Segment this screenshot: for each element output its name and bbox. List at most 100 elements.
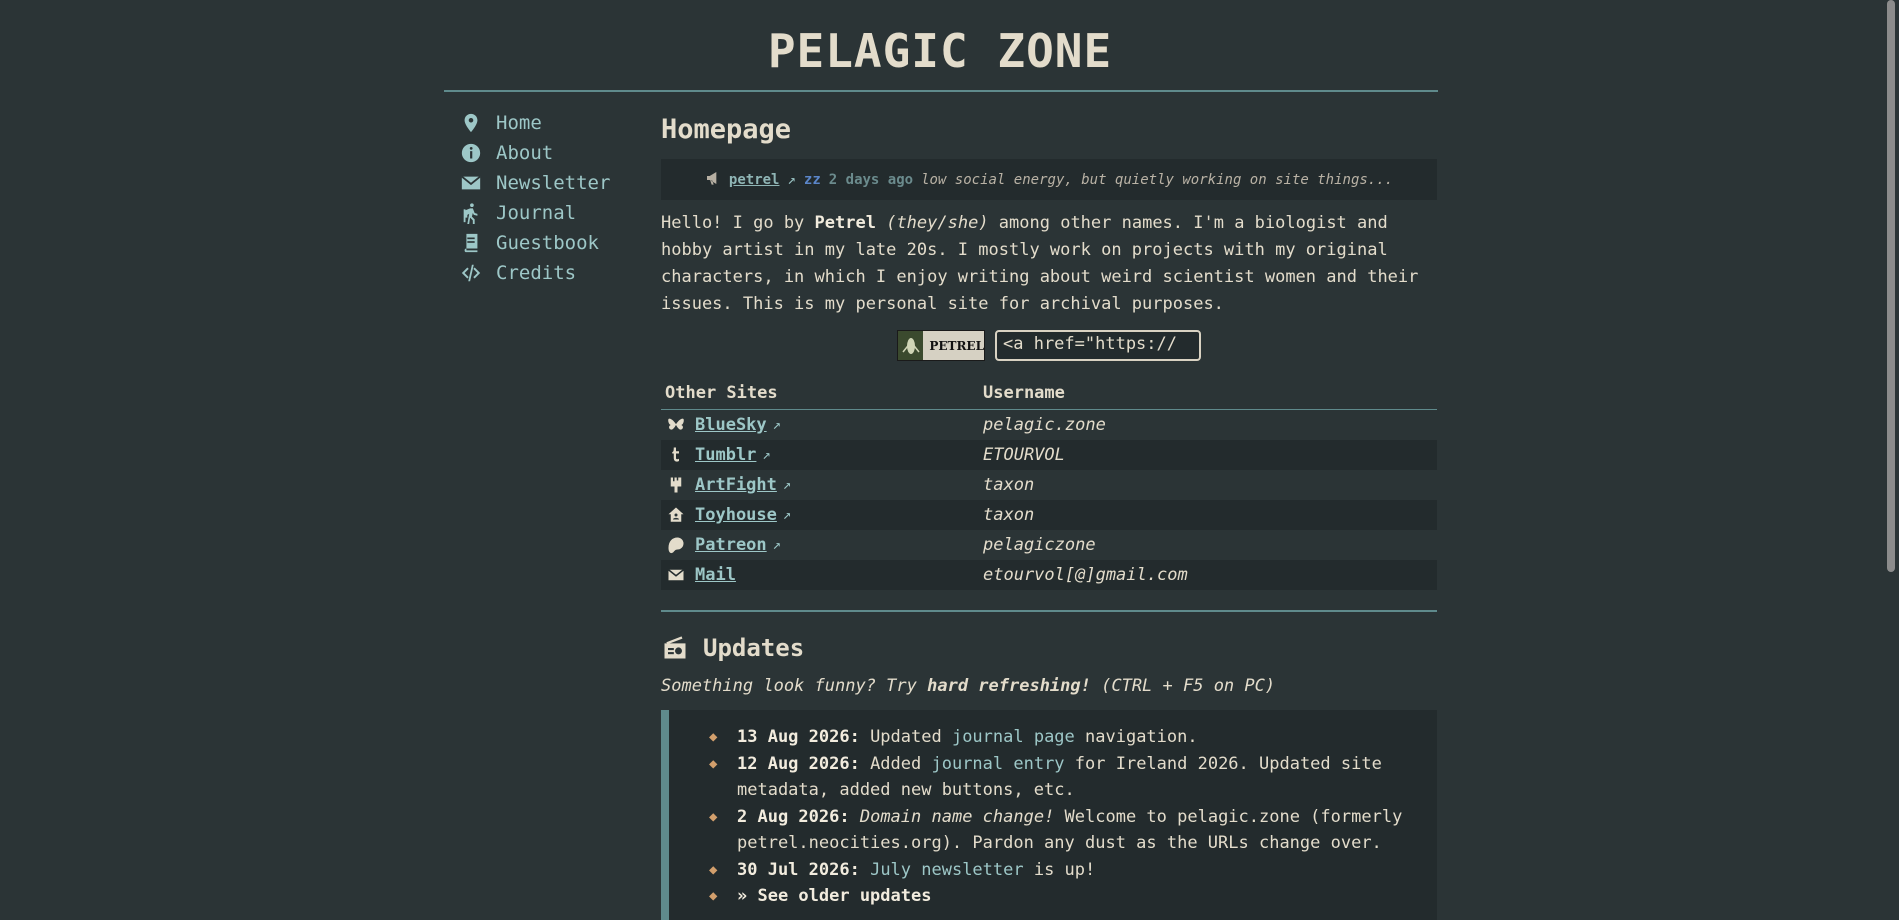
update-link[interactable]: journal page (952, 727, 1075, 747)
map-pin-icon (458, 110, 484, 136)
main-content: Homepage petrel ↗ zz 2 days ago low soci… (661, 108, 1437, 920)
page-title: Homepage (661, 114, 792, 145)
update-text (850, 807, 860, 827)
username-cell: etourvol[@]gmail.com (979, 560, 1437, 590)
username-cell: taxon (983, 475, 1035, 495)
list-item: ◆ 12 Aug 2026: Added journal entry for I… (709, 751, 1417, 804)
username-cell: pelagic.zone (983, 415, 1106, 435)
update-date: 13 Aug 2026: (737, 727, 860, 747)
button-code-textarea[interactable]: <a href="https:// (995, 330, 1201, 361)
table-header-sites: Other Sites (661, 377, 979, 410)
update-link[interactable]: journal entry (931, 754, 1064, 774)
envelope-icon (458, 170, 484, 196)
update-date: 30 Jul 2026: (737, 859, 860, 880)
nav-item-credits[interactable]: Credits (458, 258, 638, 288)
book-icon (458, 230, 484, 256)
list-item: ◆ » See older updates (709, 883, 1417, 910)
table-row: Tumblr ↗ ETOURVOL (661, 440, 1437, 470)
table-header-username: Username (979, 377, 1437, 410)
sidebar-nav: Home About Newsletter Journal Guestbook … (458, 108, 638, 288)
status-time: 2 days ago (828, 171, 914, 188)
external-link-icon: ↗ (782, 507, 792, 523)
site-link-mail[interactable]: Mail (695, 565, 736, 585)
envelope-icon (665, 564, 687, 586)
update-link[interactable]: July newsletter (870, 860, 1024, 880)
intro-text: Hello! I go by Petrel (they/she) among o… (661, 210, 1437, 318)
nav-item-newsletter[interactable]: Newsletter (458, 168, 638, 198)
update-emphasis: Domain name change! (859, 806, 1055, 827)
sleep-icon: zz (803, 171, 821, 188)
nav-label-newsletter: Newsletter (496, 172, 611, 194)
nav-item-guestbook[interactable]: Guestbook (458, 228, 638, 258)
table-row: BlueSky ↗ pelagic.zone (661, 410, 1437, 441)
megaphone-icon (705, 170, 721, 190)
external-link-icon: ↗ (772, 537, 782, 553)
nav-item-about[interactable]: About (458, 138, 638, 168)
diamond-bullet-icon: ◆ (709, 755, 718, 772)
diamond-bullet-icon: ◆ (709, 729, 718, 745)
username-cell: ETOURVOL (979, 440, 1437, 470)
title-divider (444, 90, 1438, 92)
site-link-patreon[interactable]: Patreon (695, 535, 767, 555)
scrollbar-thumb[interactable] (1887, 0, 1895, 572)
code-icon (458, 260, 484, 286)
paintbrush-icon (665, 474, 687, 496)
butterfly-icon (665, 414, 687, 436)
list-item: ◆ 13 Aug 2026: Updated journal page navi… (709, 724, 1417, 751)
nav-item-home[interactable]: Home (458, 108, 638, 138)
scrollbar[interactable] (1882, 0, 1899, 913)
nav-label-guestbook: Guestbook (496, 232, 599, 254)
intro-pronouns: (they/she) (886, 213, 989, 233)
see-older-updates-link[interactable]: » See older updates (737, 886, 931, 906)
external-link-icon: ↗ (762, 447, 771, 463)
external-link-icon: ↗ (787, 171, 796, 188)
site-button-row: PETREL <a href="https:// (661, 330, 1437, 361)
site-link-tumblr[interactable]: Tumblr (695, 445, 756, 465)
refresh-hint: Something look funny? Try hard refreshin… (661, 676, 1437, 696)
update-date: 12 Aug 2026: (737, 753, 860, 774)
diamond-bullet-icon: ◆ (709, 808, 718, 825)
radio-icon (664, 636, 686, 659)
section-divider (661, 610, 1437, 612)
patreon-icon (665, 534, 687, 556)
house-icon (665, 504, 687, 526)
updates-title: Updates (703, 634, 805, 662)
status-user-link[interactable]: petrel (729, 172, 780, 188)
nav-label-home: Home (496, 112, 542, 134)
updates-heading: Updates (661, 634, 1437, 662)
nav-label-credits: Credits (496, 262, 577, 284)
diamond-bullet-icon: ◆ (709, 861, 718, 878)
update-text (860, 860, 870, 880)
other-sites-table: Other Sites Username BlueSky ↗ pelagic.z… (661, 377, 1437, 590)
intro-part: Hello! I go by (661, 213, 815, 233)
site-title: PELAGIC ZONE (767, 24, 1113, 78)
status-message: low social energy, but quietly working o… (921, 171, 1394, 188)
username-cell: pelagiczone (983, 535, 1096, 555)
updates-list: ◆ 13 Aug 2026: Updated journal page navi… (661, 710, 1437, 920)
list-item: ◆ 2 Aug 2026: Domain name change! Welcom… (709, 804, 1417, 857)
update-text: is up! (1023, 859, 1096, 880)
site-link-bluesky[interactable]: BlueSky (695, 415, 767, 435)
hiker-icon (458, 200, 484, 226)
update-text: navigation. (1074, 727, 1198, 747)
tumblr-icon (665, 444, 687, 466)
table-row: ArtFight ↗ taxon (661, 470, 1437, 500)
diamond-bullet-icon: ◆ (709, 888, 718, 904)
hint-bold: hard refreshing! (927, 676, 1091, 696)
site-button-label: PETREL (929, 338, 984, 353)
nav-item-journal[interactable]: Journal (458, 198, 638, 228)
site-link-artfight[interactable]: ArtFight (695, 475, 777, 495)
hint-part: Something look funny? Try (661, 676, 928, 696)
info-icon (458, 140, 484, 166)
site-link-toyhouse[interactable]: Toyhouse (695, 505, 777, 525)
update-date: 2 Aug 2026: (737, 806, 850, 827)
site-88x31-button[interactable]: PETREL (897, 330, 985, 361)
status-bar: petrel ↗ zz 2 days ago low social energy… (661, 159, 1437, 200)
nav-label-about: About (496, 142, 554, 164)
hint-part: (CTRL + F5 on PC) (1090, 676, 1276, 696)
external-link-icon: ↗ (782, 477, 792, 493)
table-row: Patreon ↗ pelagiczone (661, 530, 1437, 560)
table-row: Mail etourvol[@]gmail.com (661, 560, 1437, 590)
username-cell: taxon (979, 500, 1437, 530)
cicada-icon (898, 331, 924, 360)
